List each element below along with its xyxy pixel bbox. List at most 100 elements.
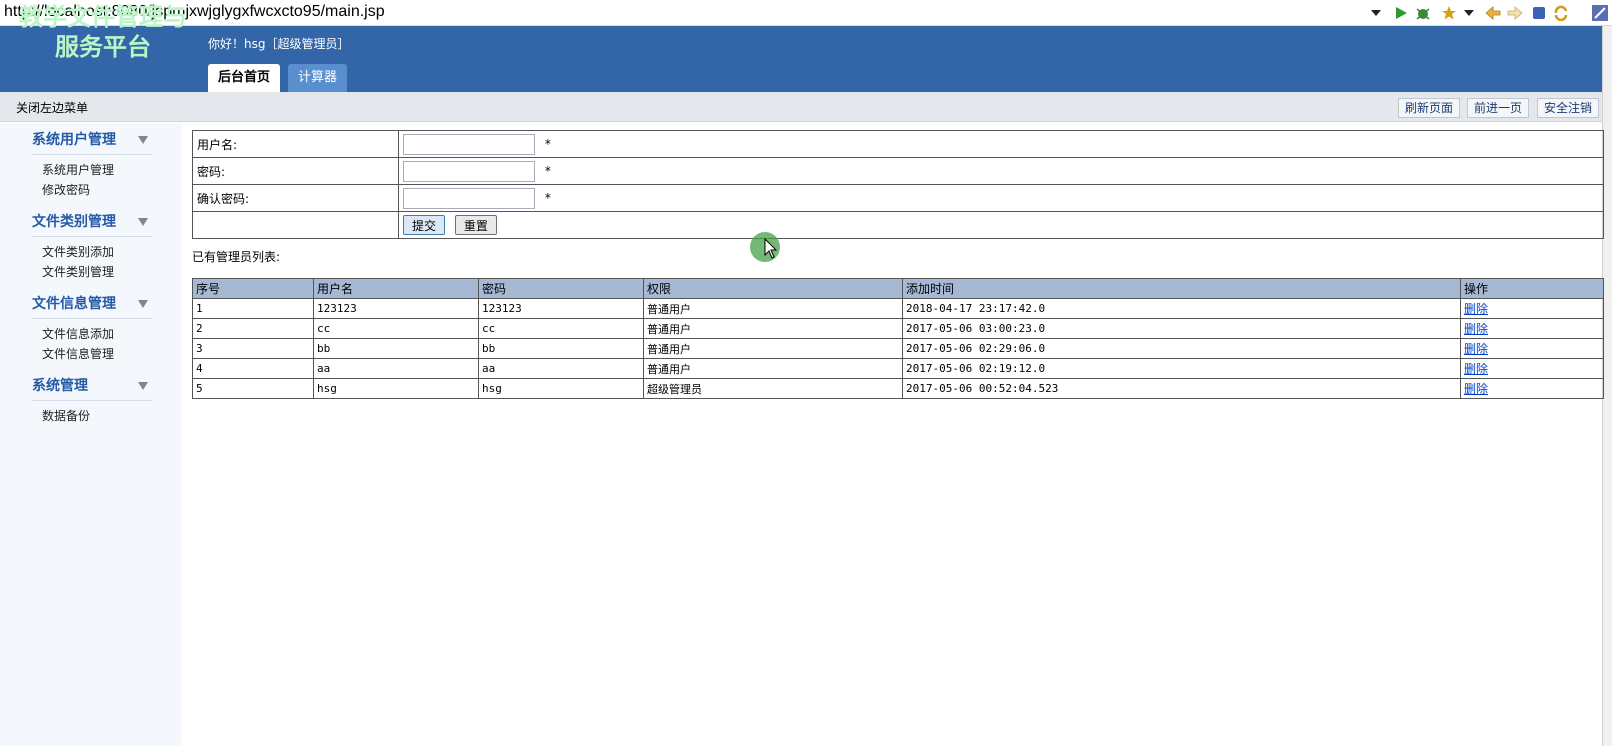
delete-link[interactable]: 删除 [1464, 362, 1488, 376]
main-tabs: 后台首页 计算器 [208, 64, 355, 92]
dropdown-icon[interactable] [1368, 4, 1384, 22]
table-row: 2 cc cc 普通用户 2017-05-06 03:00:23.0 删除 [192, 318, 1604, 339]
chevron-down-icon [138, 218, 148, 226]
cell-password: bb [478, 338, 644, 359]
main-content: 用户名: * 密码: * 确认密码: * 提交 重置 已有管理员列表: 序号 用… [192, 130, 1604, 399]
admin-list-title: 已有管理员列表: [192, 250, 281, 264]
col-header-role: 权限 [643, 278, 903, 299]
site-logo: 教学文件管理与服务平台 [19, 2, 187, 61]
cell-added-time: 2017-05-06 03:00:23.0 [902, 318, 1461, 339]
table-header-row: 序号 用户名 密码 权限 添加时间 操作 [192, 278, 1604, 299]
back-icon[interactable] [1484, 4, 1502, 22]
sidebar-item-data-backup[interactable]: 数据备份 [42, 406, 152, 426]
cell-index: 5 [192, 378, 314, 399]
menu-head-label: 系统管理 [32, 378, 88, 394]
delete-link[interactable]: 删除 [1464, 382, 1488, 396]
chevron-down-icon [138, 300, 148, 308]
cell-role: 普通用户 [643, 318, 903, 339]
sidebar-item-file-info-manage[interactable]: 文件信息管理 [42, 344, 152, 364]
sub-toolbar: 关闭左边菜单 刷新页面 前进一页 安全注销 [0, 92, 1602, 122]
cell-added-time: 2018-04-17 23:17:42.0 [902, 298, 1461, 319]
cell-index: 4 [192, 358, 314, 379]
add-admin-form: 用户名: * 密码: * 确认密码: * 提交 重置 [192, 130, 1604, 239]
sidebar-item-file-info-add[interactable]: 文件信息添加 [42, 324, 152, 344]
tab-calculator[interactable]: 计算器 [288, 64, 348, 92]
close-left-menu-link[interactable]: 关闭左边菜单 [16, 99, 88, 116]
cell-username: cc [313, 318, 479, 339]
menu-head-label: 文件信息管理 [32, 296, 116, 312]
required-mark: * [544, 136, 551, 151]
cell-password: hsg [478, 378, 644, 399]
table-row: 4 aa aa 普通用户 2017-05-06 02:19:12.0 删除 [192, 358, 1604, 379]
refresh-icon[interactable] [1552, 4, 1570, 22]
chevron-down-icon[interactable] [1460, 4, 1478, 22]
password-input[interactable] [403, 160, 535, 182]
col-header-added-time: 添加时间 [902, 278, 1461, 299]
logout-button[interactable]: 安全注销 [1537, 98, 1600, 118]
forward-page-button[interactable]: 前进一页 [1467, 98, 1530, 118]
cell-password: cc [478, 318, 644, 339]
username-input[interactable] [403, 133, 535, 155]
cell-username: hsg [313, 378, 479, 399]
menu-head-file-info[interactable]: 文件信息管理 [32, 291, 152, 319]
cell-role: 普通用户 [643, 298, 903, 319]
required-mark: * [544, 163, 551, 178]
cell-role: 超级管理员 [643, 378, 903, 399]
delete-link[interactable]: 删除 [1464, 302, 1488, 316]
empty-cell [192, 211, 399, 239]
cell-username: 123123 [313, 298, 479, 319]
submit-button[interactable]: 提交 [403, 215, 446, 235]
chevron-down-icon [138, 136, 148, 144]
forward-icon[interactable] [1506, 4, 1524, 22]
reset-button[interactable]: 重置 [454, 215, 497, 235]
cell-index: 1 [192, 298, 314, 319]
favorite-icon[interactable] [1440, 4, 1458, 22]
table-row: 1 123123 123123 普通用户 2018-04-17 23:17:42… [192, 298, 1604, 319]
mouse-cursor-icon [764, 238, 778, 259]
menu-group-file-info: 文件信息管理 文件信息添加 文件信息管理 [32, 291, 152, 364]
cell-role: 普通用户 [643, 338, 903, 359]
sidebar-item-change-password[interactable]: 修改密码 [42, 180, 152, 200]
chevron-down-icon [138, 382, 148, 390]
menu-head-system-manage[interactable]: 系统管理 [32, 373, 152, 401]
stop-icon[interactable] [1530, 4, 1548, 22]
menu-group-system-manage: 系统管理 数据备份 [32, 373, 152, 426]
greeting-text: 你好！hsg［超级管理员］ [208, 37, 350, 51]
tab-admin-home[interactable]: 后台首页 [208, 64, 281, 92]
confirm-password-input[interactable] [403, 187, 535, 209]
col-header-password: 密码 [478, 278, 644, 299]
password-label: 密码: [192, 157, 399, 185]
sidebar-item-file-category-manage[interactable]: 文件类别管理 [42, 262, 152, 282]
menu-group-file-category: 文件类别管理 文件类别添加 文件类别管理 [32, 209, 152, 282]
confirm-password-label: 确认密码: [192, 184, 399, 212]
menu-head-file-category[interactable]: 文件类别管理 [32, 209, 152, 237]
table-row: 5 hsg hsg 超级管理员 2017-05-06 00:52:04.523 … [192, 378, 1604, 399]
perspective-icon[interactable] [1590, 4, 1610, 22]
delete-link[interactable]: 删除 [1464, 342, 1488, 356]
cell-password: 123123 [478, 298, 644, 319]
cell-password: aa [478, 358, 644, 379]
col-header-username: 用户名 [313, 278, 479, 299]
menu-head-system-users[interactable]: 系统用户管理 [32, 127, 152, 155]
cell-added-time: 2017-05-06 02:29:06.0 [902, 338, 1461, 359]
cell-role: 普通用户 [643, 358, 903, 379]
left-sidebar: 系统用户管理 系统用户管理 修改密码 文件类别管理 文件类别添加 文件类别管理 … [0, 123, 182, 746]
sidebar-item-file-category-add[interactable]: 文件类别添加 [42, 242, 152, 262]
cell-added-time: 2017-05-06 00:52:04.523 [902, 378, 1461, 399]
sidebar-item-system-user-manage[interactable]: 系统用户管理 [42, 160, 152, 180]
delete-link[interactable]: 删除 [1464, 322, 1488, 336]
run-icon[interactable] [1392, 4, 1410, 22]
refresh-page-button[interactable]: 刷新页面 [1398, 98, 1461, 118]
col-header-index: 序号 [192, 278, 314, 299]
cell-index: 3 [192, 338, 314, 359]
browser-address-bar: http://localhost:8080/jspmjxwjglygxfwcxc… [0, 0, 1612, 26]
menu-head-label: 系统用户管理 [32, 132, 116, 148]
admin-list-table: 序号 用户名 密码 权限 添加时间 操作 1 123123 123123 普通用… [192, 278, 1604, 399]
debug-icon[interactable] [1414, 4, 1432, 22]
cell-index: 2 [192, 318, 314, 339]
menu-head-label: 文件类别管理 [32, 214, 116, 230]
site-header: 你好！hsg［超级管理员］ 后台首页 计算器 [0, 26, 1602, 92]
menu-group-system-users: 系统用户管理 系统用户管理 修改密码 [32, 127, 152, 200]
cell-username: bb [313, 338, 479, 359]
table-row: 3 bb bb 普通用户 2017-05-06 02:29:06.0 删除 [192, 338, 1604, 359]
